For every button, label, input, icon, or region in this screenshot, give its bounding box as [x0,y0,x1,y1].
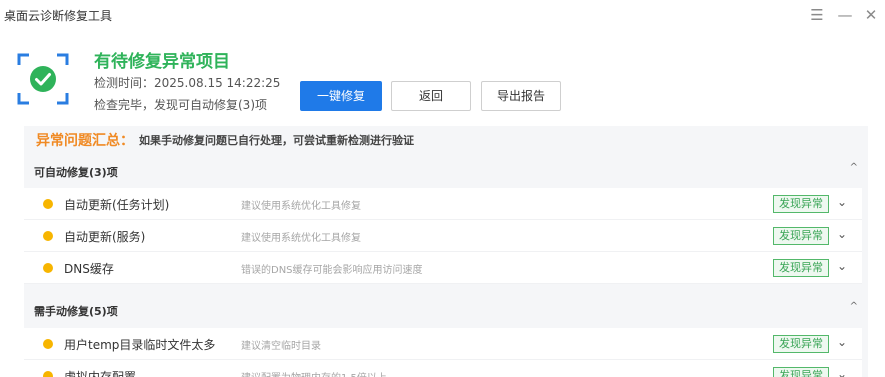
list-item[interactable]: 自动更新(任务计划) 建议使用系统优化工具修复 发现异常 ⌄ [24,188,862,220]
warning-dot-icon [43,339,53,349]
group-header-auto[interactable]: 可自动修复(3)项 ^ [34,162,864,182]
chevron-down-icon[interactable]: ⌄ [837,335,847,349]
check-result: 检查完毕，发现可自动修复(3)项 [94,98,267,112]
check-shield-icon [17,53,69,105]
item-name: 虚拟内存配置 [64,370,137,377]
list-item[interactable]: 用户temp目录临时文件太多 建议清空临时目录 发现异常 ⌄ [24,328,862,360]
item-name: 自动更新(服务) [64,230,146,244]
list-item[interactable]: DNS缓存 错误的DNS缓存可能会影响应用访问速度 发现异常 ⌄ [24,252,862,284]
group-title: 需手动修复(5)项 [34,305,118,318]
list-item[interactable]: 自动更新(服务) 建议使用系统优化工具修复 发现异常 ⌄ [24,220,862,252]
warning-dot-icon [43,199,53,209]
title-bar: 桌面云诊断修复工具 ☰ — ✕ [0,0,885,30]
group-title: 可自动修复(3)项 [34,166,118,179]
status-badge: 发现异常 [773,259,829,277]
group-header-manual[interactable]: 需手动修复(5)项 ^ [34,301,864,321]
item-name: 用户temp目录临时文件太多 [64,338,216,352]
status-badge: 发现异常 [773,367,829,377]
item-name: DNS缓存 [64,262,114,276]
item-desc: 建议配置为物理内存的1.5倍以上 [241,369,387,377]
detect-time: 检测时间：2025.08.15 14:22:25 [94,76,281,90]
item-desc: 建议使用系统优化工具修复 [241,233,361,244]
close-icon[interactable]: ✕ [860,4,882,26]
minimize-icon[interactable]: — [834,4,856,26]
app-window: 桌面云诊断修复工具 ☰ — ✕ 有待修复异常项目 检测时间：2025.08.15… [0,0,885,377]
collapse-icon[interactable]: ^ [850,301,858,312]
menu-icon[interactable]: ☰ [806,4,828,26]
item-desc: 建议使用系统优化工具修复 [241,201,361,212]
collapse-icon[interactable]: ^ [850,162,858,173]
fix-all-button[interactable]: 一键修复 [300,81,382,111]
item-name: 自动更新(任务计划) [64,198,170,212]
chevron-down-icon[interactable]: ⌄ [837,259,847,273]
summary-label: 异常问题汇总： [36,133,134,149]
chevron-down-icon[interactable]: ⌄ [837,195,847,209]
list-item[interactable]: 虚拟内存配置 建议配置为物理内存的1.5倍以上 发现异常 ⌄ [24,360,862,377]
warning-dot-icon [43,371,53,377]
status-badge: 发现异常 [773,335,829,353]
summary-hint: 如果手动修复问题已自行处理，可尝试重新检测进行验证 [139,134,414,147]
back-button[interactable]: 返回 [391,81,471,111]
chevron-down-icon[interactable]: ⌄ [837,227,847,241]
status-badge: 发现异常 [773,195,829,213]
status-title: 有待修复异常项目 [94,52,230,72]
status-badge: 发现异常 [773,227,829,245]
export-report-button[interactable]: 导出报告 [481,81,561,111]
window-title: 桌面云诊断修复工具 [4,9,113,23]
chevron-down-icon[interactable]: ⌄ [837,367,847,377]
item-desc: 错误的DNS缓存可能会影响应用访问速度 [241,265,423,276]
item-desc: 建议清空临时目录 [241,341,321,352]
issues-panel: 异常问题汇总： 如果手动修复问题已自行处理，可尝试重新检测进行验证 可自动修复(… [24,126,868,377]
warning-dot-icon [43,231,53,241]
warning-dot-icon [43,263,53,273]
